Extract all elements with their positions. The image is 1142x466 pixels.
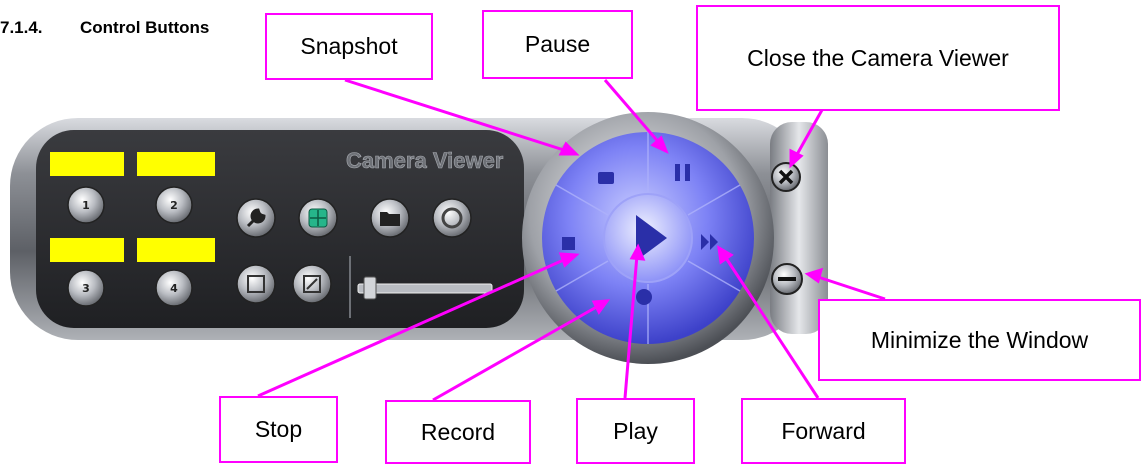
channel-button-3[interactable]: 3 <box>67 269 105 307</box>
channel-label-2 <box>137 152 215 176</box>
channel-label-4 <box>137 238 215 262</box>
minimize-button[interactable] <box>771 263 803 295</box>
channel-number: 4 <box>170 282 178 295</box>
options-button[interactable] <box>236 264 276 304</box>
close-button[interactable] <box>771 162 801 192</box>
callout-forward: Forward <box>741 398 906 464</box>
stop-button[interactable] <box>562 237 575 250</box>
record-button[interactable] <box>636 289 652 305</box>
channel-number: 1 <box>82 199 90 212</box>
callout-close: Close the Camera Viewer <box>696 5 1060 111</box>
grid-icon <box>308 208 328 228</box>
edit-button[interactable] <box>292 264 332 304</box>
callout-pause: Pause <box>482 10 633 79</box>
camera-icon <box>598 172 614 184</box>
callout-snapshot: Snapshot <box>265 13 433 80</box>
panel-title: Camera Viewer <box>346 148 504 173</box>
channel-button-1[interactable]: 1 <box>67 186 105 224</box>
channel-label-1 <box>50 152 124 176</box>
callout-stop: Stop <box>219 396 338 463</box>
volume-slider-track[interactable] <box>357 283 493 294</box>
open-folder-button[interactable] <box>370 198 410 238</box>
settings-button[interactable] <box>236 198 276 238</box>
grid-view-button[interactable] <box>298 198 338 238</box>
refresh-button[interactable] <box>432 198 472 238</box>
channel-button-2[interactable]: 2 <box>155 186 193 224</box>
channel-number: 3 <box>82 282 90 295</box>
folder-icon <box>380 212 400 226</box>
channel-number: 2 <box>170 199 178 212</box>
stop-icon <box>562 237 575 250</box>
callout-minimize: Minimize the Window <box>818 299 1141 381</box>
callout-play: Play <box>576 398 695 464</box>
volume-slider-handle[interactable] <box>363 276 377 300</box>
callout-record: Record <box>385 400 531 464</box>
record-icon <box>636 289 652 305</box>
channel-label-3 <box>50 238 124 262</box>
snapshot-button[interactable] <box>598 172 614 184</box>
channel-button-4[interactable]: 4 <box>155 269 193 307</box>
